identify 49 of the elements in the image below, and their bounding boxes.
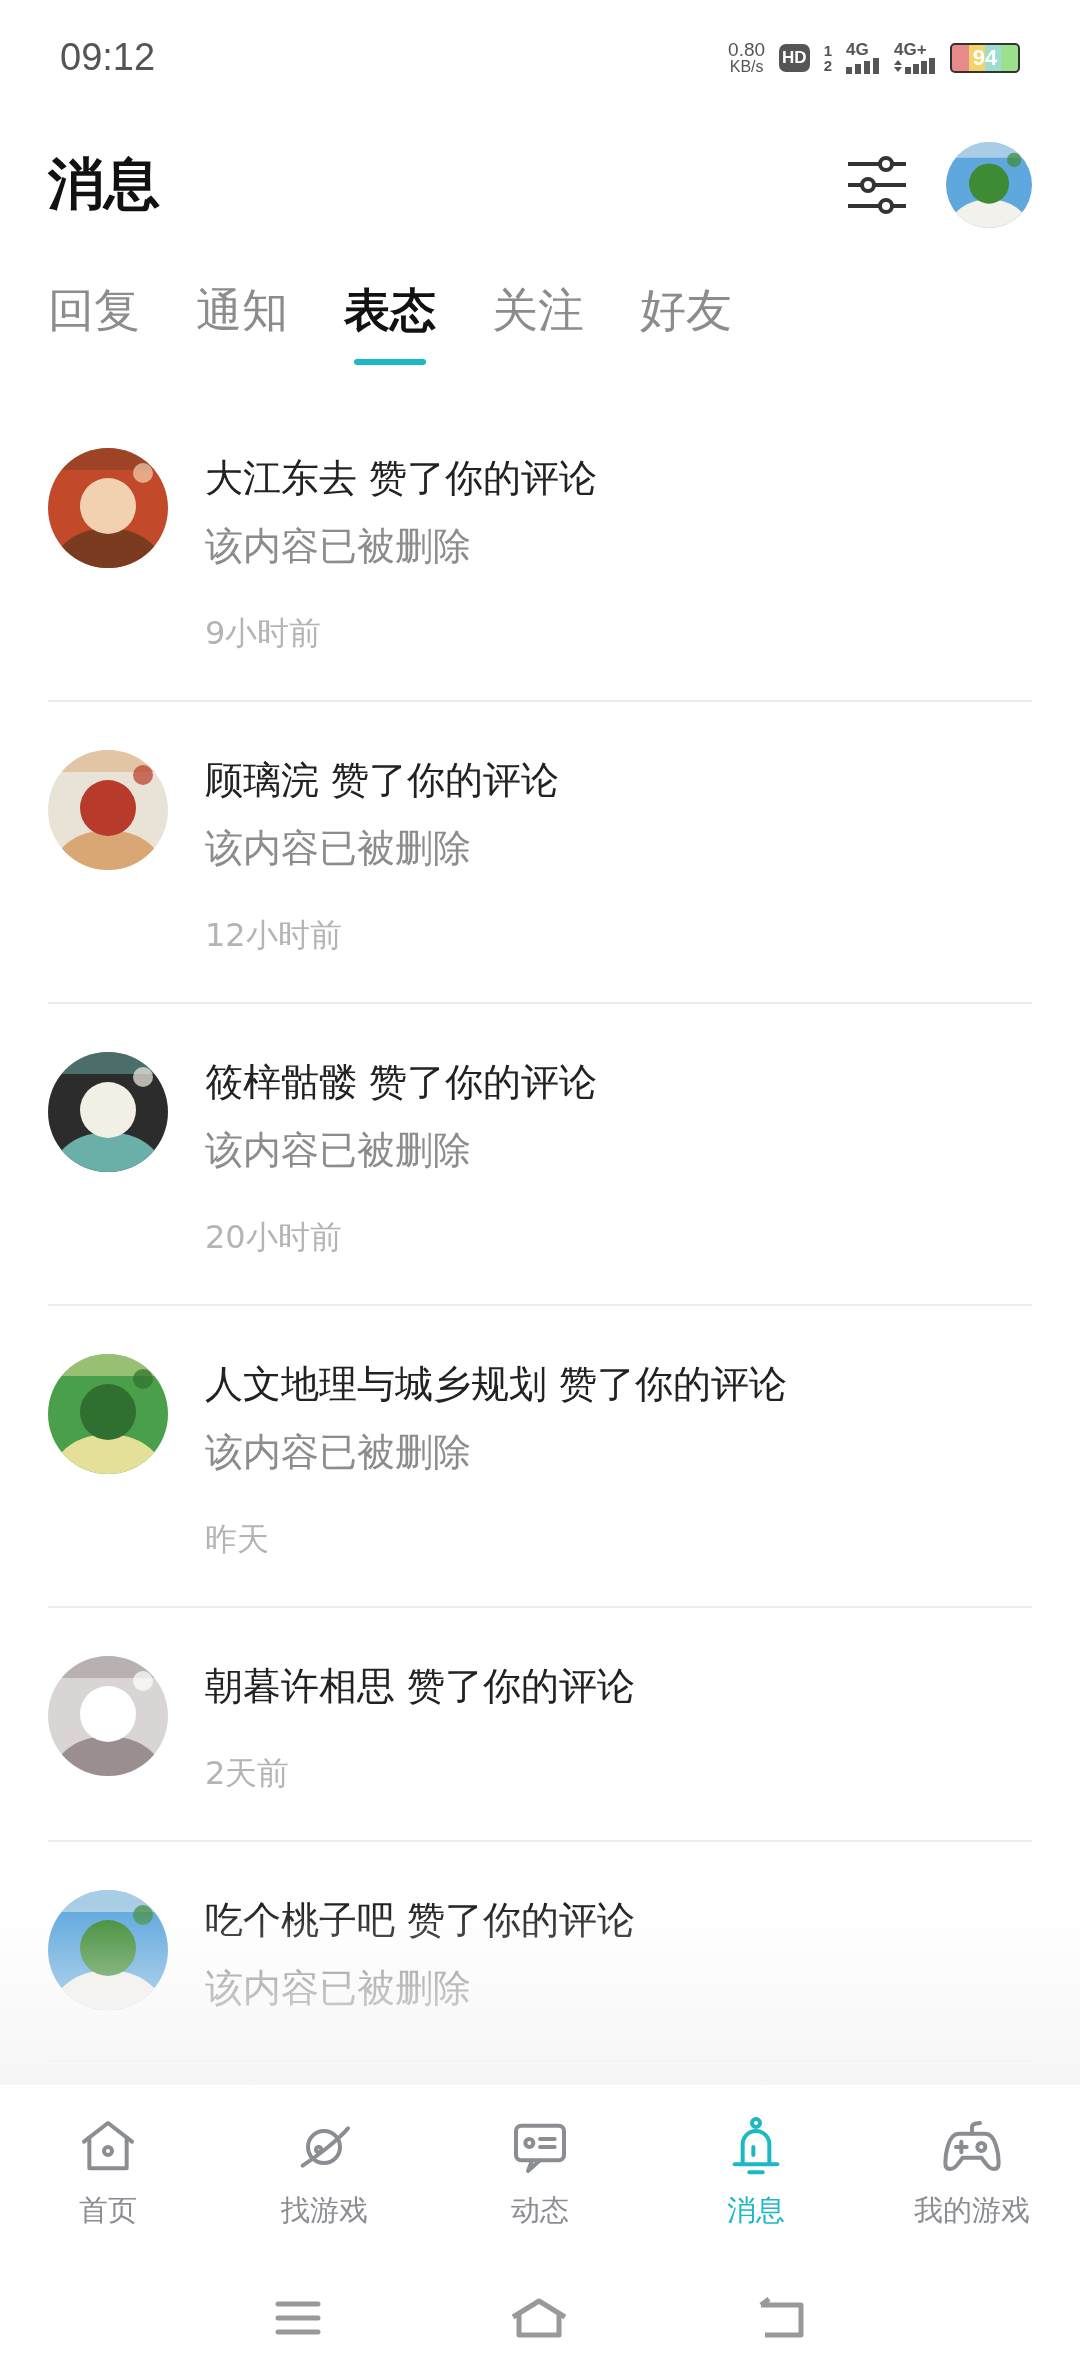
message-row[interactable]: 顾璃浣 赞了你的评论 该内容已被删除 12小时前 <box>48 702 1032 1004</box>
sim-label: 2 <box>823 57 832 73</box>
message-title: 大江东去 赞了你的评论 <box>205 455 598 502</box>
clock: 09:12 <box>60 36 156 79</box>
nav-tab[interactable]: 首页 <box>0 2085 216 2260</box>
menu-icon[interactable] <box>274 2300 321 2336</box>
message-content: 该内容已被删除 <box>205 1965 472 2012</box>
home-icon[interactable] <box>510 2297 568 2339</box>
nav-tab[interactable]: 我的游戏 <box>864 2085 1080 2260</box>
message-time: 9小时前 <box>205 613 323 654</box>
tab[interactable]: 关注 <box>492 275 584 345</box>
message-row[interactable]: 筱梓骷髅 赞了你的评论 该内容已被删除 20小时前 <box>48 1004 1032 1306</box>
tab-indicator <box>354 359 426 365</box>
back-icon[interactable] <box>757 2297 806 2339</box>
speed-unit: KB/s <box>729 59 764 75</box>
message-time: 12小时前 <box>205 915 343 956</box>
message-row[interactable]: 人文地理与城乡规划 赞了你的评论 该内容已被删除 昨天 <box>48 1306 1032 1608</box>
tab[interactable]: 通知 <box>196 275 288 345</box>
message-title: 朝暮许相思 赞了你的评论 <box>205 1663 636 1710</box>
hd-badge: HD <box>779 43 810 72</box>
tab[interactable]: 表态 <box>344 275 436 345</box>
network-label: 4G+ <box>894 41 927 58</box>
nav-tab[interactable]: 动态 <box>432 2085 648 2260</box>
message-title: 筱梓骷髅 赞了你的评论 <box>205 1059 598 1106</box>
message-content: 该内容已被删除 <box>205 825 472 872</box>
signal-icon <box>846 58 880 74</box>
network-speed: 0.80 <box>728 40 766 59</box>
message-row[interactable]: 朝暮许相思 赞了你的评论 2天前 <box>48 1608 1032 1842</box>
message-row[interactable]: 大江东去 赞了你的评论 该内容已被删除 9小时前 <box>48 400 1032 702</box>
tab[interactable]: 好友 <box>640 275 732 345</box>
nav-tab[interactable]: 消息 <box>648 2085 864 2260</box>
message-row[interactable]: 吃个桃子吧 赞了你的评论 该内容已被删除 <box>48 1842 1032 2062</box>
message-time: 2天前 <box>205 1753 291 1794</box>
battery-indicator: 94 <box>950 42 1020 73</box>
message-content: 该内容已被删除 <box>205 1127 472 1174</box>
message-title: 吃个桃子吧 赞了你的评论 <box>205 1897 636 1944</box>
page-title: 消息 <box>48 150 160 218</box>
signal-icon <box>894 58 936 74</box>
message-title: 顾璃浣 赞了你的评论 <box>205 757 560 804</box>
network-label: 4G <box>846 41 869 58</box>
message-content: 该内容已被删除 <box>205 523 472 570</box>
message-title: 人文地理与城乡规划 赞了你的评论 <box>205 1361 788 1408</box>
message-content: 该内容已被删除 <box>205 1429 472 1476</box>
message-time: 20小时前 <box>205 1217 343 1258</box>
sim-label: 1 <box>823 42 832 58</box>
filter-icon[interactable] <box>846 156 908 214</box>
message-time: 昨天 <box>205 1519 270 1560</box>
tab[interactable]: 回复 <box>48 275 140 345</box>
nav-tab[interactable]: 找游戏 <box>216 2085 432 2260</box>
